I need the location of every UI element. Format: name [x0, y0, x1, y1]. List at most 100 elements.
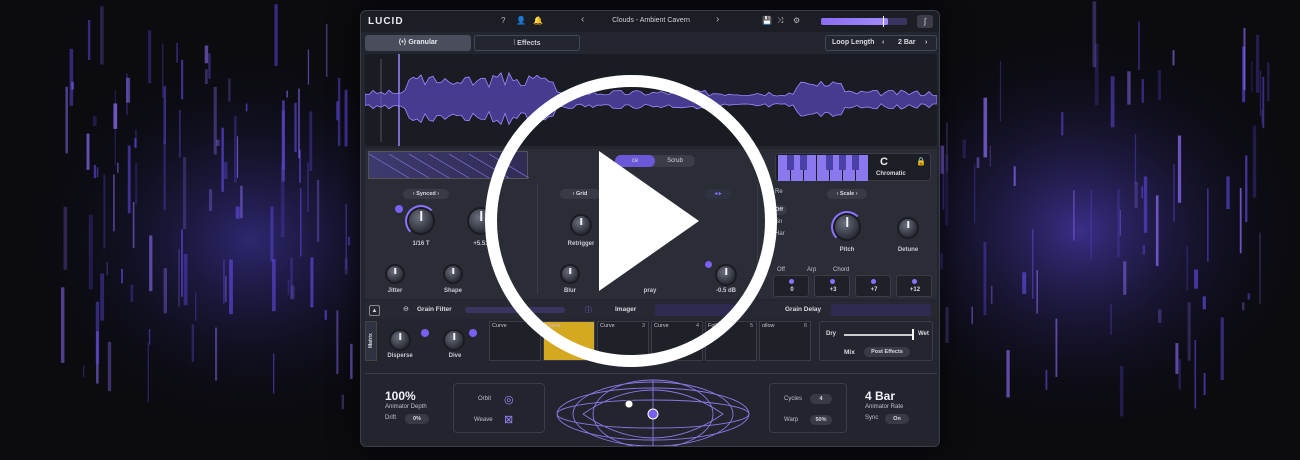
- interval-button[interactable]: +12: [896, 275, 932, 297]
- particle-bar: [234, 116, 237, 183]
- black-key[interactable]: [839, 155, 846, 170]
- loop-length-control[interactable]: Loop Length ‹ 2 Bar ›: [825, 35, 937, 51]
- preset-name[interactable]: Clouds - Ambient Cavern: [591, 17, 711, 24]
- particle-bar: [1177, 135, 1182, 203]
- tab-granular[interactable]: ⟨•⟩ Granular: [365, 35, 471, 51]
- mix-panel: Dry Wet Mix Post Effects: [819, 321, 933, 361]
- animator-rate-value[interactable]: 4 Bar: [865, 389, 895, 403]
- jitter-knob[interactable]: [385, 264, 405, 284]
- drift-label: Drift: [385, 415, 396, 421]
- cycles-value[interactable]: 4: [810, 394, 832, 404]
- particle-bar: [1143, 176, 1148, 233]
- keyboard-graphic[interactable]: [778, 155, 874, 181]
- warp-value[interactable]: 50%: [810, 415, 832, 425]
- pitch-option-chord[interactable]: Chord: [833, 267, 849, 273]
- particle-bar: [1127, 71, 1131, 105]
- grain-filter-label[interactable]: Grain Filter: [417, 306, 452, 313]
- particle-bar: [344, 89, 348, 147]
- particle-bar: [224, 162, 228, 179]
- animator-depth-value[interactable]: 100%: [385, 389, 416, 403]
- particle-bar: [106, 262, 108, 276]
- user-icon[interactable]: 👤: [516, 16, 526, 25]
- collapse-icon[interactable]: ▲: [369, 305, 380, 316]
- particle-bar: [1226, 176, 1230, 210]
- timing-mod-dot[interactable]: [395, 205, 403, 213]
- dive-knob[interactable]: [443, 329, 465, 351]
- interval-button[interactable]: +3: [814, 275, 850, 297]
- orbit-icon[interactable]: ◎: [504, 393, 514, 406]
- animator-path-display[interactable]: [553, 376, 753, 446]
- drift-value[interactable]: 0%: [405, 414, 429, 424]
- key-root[interactable]: C: [880, 156, 888, 168]
- app-logo: LUCID: [368, 16, 404, 27]
- disperse-knob[interactable]: [389, 329, 411, 351]
- shape-knob[interactable]: [443, 264, 463, 284]
- particle-bar: [1207, 188, 1209, 262]
- particle-bar: [135, 129, 137, 148]
- particle-bar: [147, 343, 149, 402]
- next-preset-button[interactable]: ›: [716, 14, 719, 25]
- interval-button[interactable]: +7: [855, 275, 891, 297]
- pitch-option-arp[interactable]: Arp: [807, 267, 816, 273]
- detune-knob[interactable]: [897, 217, 919, 239]
- particle-bar: [235, 206, 240, 219]
- interval-dot: [912, 279, 917, 284]
- bell-icon[interactable]: 🔔: [533, 16, 543, 25]
- particle-bar: [1138, 21, 1140, 70]
- particle-bar: [270, 206, 274, 262]
- gear-icon[interactable]: ⚙: [793, 16, 800, 25]
- scale-selector[interactable]: ‹ Scale ›: [827, 189, 867, 199]
- filter-power-icon[interactable]: ⊖: [403, 305, 409, 313]
- particle-bar: [1142, 244, 1146, 255]
- shuffle-icon[interactable]: ⤨: [777, 16, 783, 26]
- particle-bar: [179, 110, 181, 158]
- black-key[interactable]: [852, 155, 859, 170]
- play-icon[interactable]: [481, 71, 781, 371]
- loop-length-prev[interactable]: ‹: [882, 36, 884, 50]
- particle-bar: [1239, 188, 1242, 254]
- particle-bar: [132, 202, 135, 248]
- grain-rate-ring: [405, 205, 437, 237]
- particle-bar: [1036, 270, 1038, 314]
- timing-mode-selector[interactable]: ‹ Synced ›: [403, 189, 449, 199]
- black-key[interactable]: [826, 155, 833, 170]
- lock-icon[interactable]: 🔒: [916, 157, 926, 166]
- particle-bar: [65, 86, 68, 154]
- granular-icon: ⟨•⟩: [398, 39, 409, 46]
- grain-delay-label[interactable]: Grain Delay: [785, 306, 821, 313]
- particle-bar: [1117, 189, 1120, 258]
- black-key[interactable]: [800, 155, 807, 170]
- interval-label: +3: [829, 287, 837, 293]
- particle-bar: [149, 235, 153, 292]
- grain-delay-display[interactable]: [831, 304, 931, 316]
- particle-bar: [1194, 340, 1197, 409]
- disperse-mod-dot[interactable]: [421, 329, 429, 337]
- particle-bar: [1110, 304, 1112, 335]
- particle-bar: [100, 6, 104, 65]
- weave-icon[interactable]: ⊠: [504, 413, 513, 426]
- mix-slider-handle[interactable]: [912, 329, 914, 340]
- particle-bar: [1202, 296, 1206, 310]
- particle-bar: [280, 164, 285, 238]
- particle-bar: [93, 165, 96, 179]
- scale-name[interactable]: Chromatic: [876, 171, 906, 177]
- black-key[interactable]: [787, 155, 794, 170]
- particle-bar: [983, 241, 987, 316]
- output-level-marker[interactable]: [883, 16, 884, 27]
- sync-value[interactable]: On: [885, 414, 909, 424]
- loop-length-next[interactable]: ›: [925, 36, 927, 50]
- curve-icon[interactable]: ∫: [917, 15, 933, 28]
- particle-bar: [1187, 302, 1191, 361]
- particle-bar: [1110, 76, 1115, 128]
- tab-effects[interactable]: ⫶ Effects: [474, 35, 580, 51]
- save-icon[interactable]: 💾: [762, 16, 772, 25]
- mix-mode-pill[interactable]: Post Effects: [864, 347, 910, 357]
- dive-mod-dot[interactable]: [469, 329, 477, 337]
- particle-bar: [1013, 166, 1016, 186]
- particle-bar: [163, 86, 166, 144]
- particle-bar: [121, 268, 123, 284]
- question-icon[interactable]: ?: [501, 16, 505, 25]
- prev-preset-button[interactable]: ‹: [581, 14, 584, 25]
- output-level-meter[interactable]: [821, 16, 907, 27]
- mix-slider[interactable]: [844, 334, 914, 336]
